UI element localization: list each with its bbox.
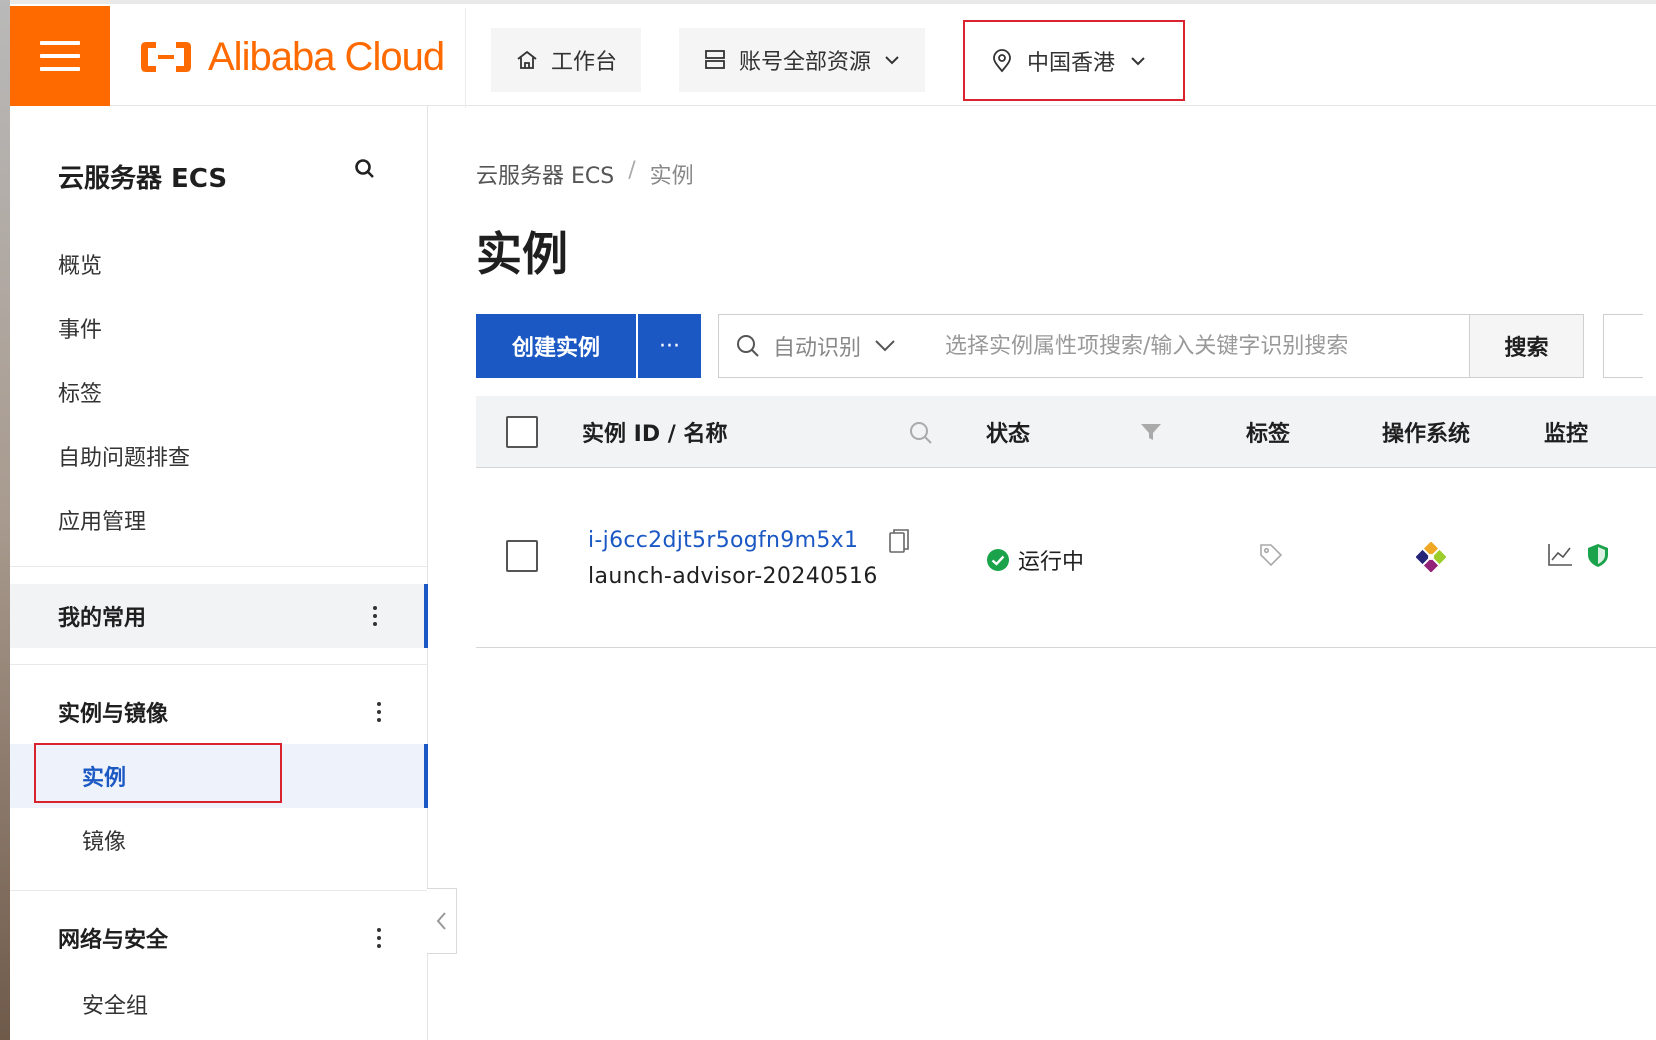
table-row: i-j6cc2djt5r5ogfn9m5x1 launch-advisor-20… bbox=[476, 468, 1656, 648]
breadcrumb: 云服务器 ECS / 实例 bbox=[476, 158, 694, 190]
breadcrumb-current: 实例 bbox=[649, 164, 694, 189]
workbench-label: 工作台 bbox=[551, 50, 618, 75]
sidebar-item-events[interactable]: 事件 bbox=[58, 312, 102, 344]
column-tags: 标签 bbox=[1246, 422, 1291, 447]
instance-id-link[interactable]: i-j6cc2djt5r5ogfn9m5x1 bbox=[588, 528, 858, 553]
page-title: 实例 bbox=[476, 227, 568, 281]
row-checkbox[interactable] bbox=[506, 540, 538, 572]
status-filter-button[interactable] bbox=[1140, 422, 1162, 446]
sidebar-divider bbox=[10, 566, 428, 567]
search-button[interactable]: 搜索 bbox=[1470, 314, 1584, 378]
sidebar-item-images[interactable]: 镜像 bbox=[10, 808, 428, 872]
tag-icon[interactable] bbox=[1258, 542, 1284, 572]
chevron-down-icon bbox=[885, 56, 899, 65]
menu-bar-icon bbox=[40, 41, 80, 45]
more-vertical-icon[interactable] bbox=[376, 928, 382, 948]
sidebar-item-overview[interactable]: 概览 bbox=[58, 248, 102, 280]
location-pin-icon bbox=[993, 48, 1011, 72]
column-instance-id: 实例 ID / 名称 bbox=[582, 422, 728, 447]
instance-status: 运行中 bbox=[986, 544, 1084, 576]
sidebar-title: 云服务器 ECS bbox=[58, 164, 228, 194]
monitoring-chart-icon[interactable] bbox=[1546, 542, 1574, 572]
centos-os-icon bbox=[1415, 541, 1447, 576]
create-instance-button[interactable]: 创建实例 bbox=[476, 314, 636, 378]
search-type-label: 自动识别 bbox=[773, 336, 862, 361]
alibaba-cloud-logo[interactable]: Alibaba Cloud bbox=[138, 34, 445, 80]
group-label: 我的常用 bbox=[58, 606, 147, 631]
search-icon bbox=[737, 335, 759, 357]
sidebar-group-instances-images[interactable]: 实例与镜像 bbox=[10, 680, 428, 744]
search-icon bbox=[355, 159, 374, 178]
filter-button[interactable] bbox=[1603, 314, 1643, 378]
region-label: 中国香港 bbox=[1027, 50, 1116, 76]
more-vertical-icon[interactable] bbox=[372, 606, 378, 626]
security-shield-icon[interactable] bbox=[1586, 542, 1610, 572]
region-selector[interactable]: 中国香港 bbox=[963, 20, 1185, 101]
sidebar-divider bbox=[10, 890, 428, 891]
search-icon bbox=[910, 422, 932, 444]
instance-search-bar: 自动识别 bbox=[718, 314, 1470, 378]
search-type-dropdown[interactable]: 自动识别 bbox=[719, 330, 945, 362]
filter-icon bbox=[1141, 424, 1161, 440]
home-icon bbox=[517, 50, 537, 69]
resources-dropdown[interactable]: 账号全部资源 bbox=[679, 28, 926, 92]
server-icon bbox=[705, 50, 725, 69]
hamburger-menu-button[interactable] bbox=[10, 6, 110, 106]
sidebar-divider bbox=[10, 664, 428, 665]
breadcrumb-ecs[interactable]: 云服务器 ECS bbox=[476, 158, 614, 190]
desktop-background bbox=[0, 0, 10, 1040]
column-search-button[interactable] bbox=[908, 420, 934, 450]
sidebar-search-button[interactable] bbox=[354, 158, 376, 184]
main-content: 云服务器 ECS / 实例 实例 创建实例 ··· 自动识别 搜索 实例 ID … bbox=[428, 106, 1656, 1040]
chevron-down-icon bbox=[1131, 56, 1145, 65]
more-actions-button[interactable]: ··· bbox=[638, 314, 701, 378]
workbench-button[interactable]: 工作台 bbox=[491, 28, 642, 92]
column-status: 状态 bbox=[986, 422, 1031, 447]
brand-name: Alibaba Cloud bbox=[208, 34, 445, 79]
menu-bar-icon bbox=[40, 54, 80, 58]
column-monitoring: 监控 bbox=[1544, 422, 1589, 447]
select-all-checkbox[interactable] bbox=[506, 416, 538, 448]
menu-bar-icon bbox=[40, 67, 80, 71]
chevron-down-icon bbox=[875, 340, 895, 352]
top-navbar: Alibaba Cloud 工作台 账号全部资源 bbox=[10, 0, 1656, 108]
sidebar-group-favorites[interactable]: 我的常用 bbox=[10, 584, 428, 648]
resources-label: 账号全部资源 bbox=[739, 50, 872, 75]
column-os: 操作系统 bbox=[1382, 422, 1471, 447]
table-header: 实例 ID / 名称 状态 标签 操作系统 监控 bbox=[476, 396, 1656, 468]
more-vertical-icon[interactable] bbox=[376, 702, 382, 722]
status-label: 运行中 bbox=[1018, 550, 1085, 575]
sidebar-item-security-groups[interactable]: 安全组 bbox=[10, 972, 428, 1036]
sidebar-item-troubleshoot[interactable]: 自助问题排查 bbox=[58, 440, 190, 472]
check-circle-icon bbox=[987, 549, 1009, 571]
sidebar: 云服务器 ECS 概览 事件 标签 自助问题排查 应用管理 我的常用 实例与镜像… bbox=[10, 106, 428, 1040]
sidebar-item-tags[interactable]: 标签 bbox=[58, 376, 102, 408]
highlight-annotation bbox=[34, 743, 282, 803]
copy-icon[interactable] bbox=[888, 528, 910, 558]
breadcrumb-separator: / bbox=[628, 158, 636, 183]
search-input[interactable] bbox=[945, 316, 1469, 376]
sidebar-item-app-management[interactable]: 应用管理 bbox=[58, 504, 146, 536]
group-label: 实例与镜像 bbox=[58, 702, 169, 727]
instance-name: launch-advisor-20240516 bbox=[588, 564, 878, 589]
header-divider bbox=[465, 8, 466, 108]
alibaba-cloud-logo-icon bbox=[141, 42, 191, 72]
group-label: 网络与安全 bbox=[58, 928, 169, 953]
sidebar-group-network-security[interactable]: 网络与安全 bbox=[10, 906, 428, 970]
